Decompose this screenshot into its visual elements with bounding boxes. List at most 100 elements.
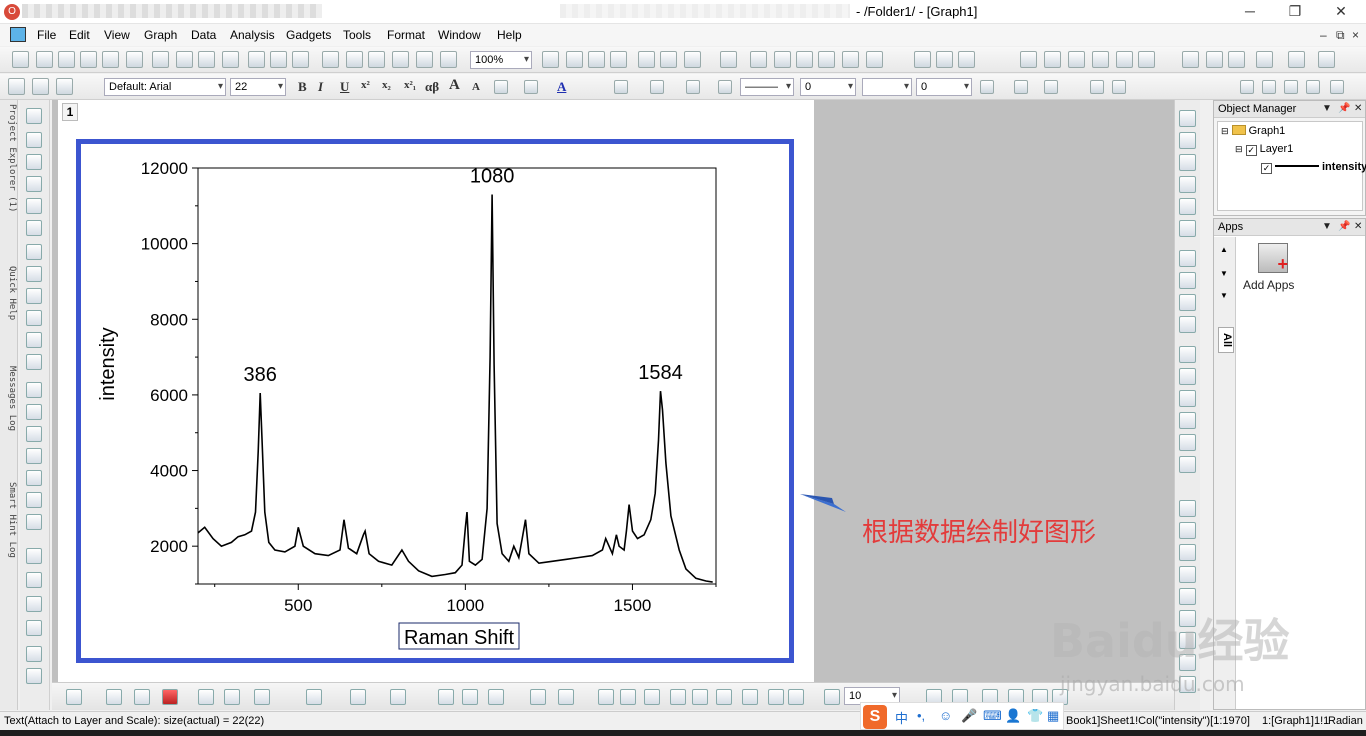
align-columns-icon[interactable] xyxy=(524,80,538,94)
layout-tool-19-icon[interactable] xyxy=(1179,544,1196,561)
standard-tool-30-icon[interactable] xyxy=(796,51,813,68)
panel-close-icon[interactable]: ✕ xyxy=(1354,101,1362,117)
layout-tool-16-icon[interactable] xyxy=(1179,456,1196,473)
apps-menu-icon[interactable]: ▼ xyxy=(1322,219,1332,235)
x-axis-label[interactable]: Raman Shift xyxy=(404,627,514,649)
plot-type-23-icon[interactable] xyxy=(768,689,784,705)
standard-tool-25-icon[interactable] xyxy=(660,51,677,68)
standard-tool-10-icon[interactable] xyxy=(222,51,239,68)
pattern-icon[interactable] xyxy=(650,80,664,94)
pin-icon[interactable] xyxy=(1330,80,1344,94)
paste-icon[interactable] xyxy=(56,78,73,95)
brightness-icon[interactable] xyxy=(718,80,732,94)
add-apps-icon[interactable] xyxy=(1258,243,1288,273)
draw-tool-15-icon[interactable] xyxy=(26,426,42,442)
font-color-icon[interactable]: A xyxy=(557,79,566,95)
menu-edit[interactable]: Edit xyxy=(69,28,90,42)
draw-tool-1-icon[interactable] xyxy=(26,108,42,124)
menu-help[interactable]: Help xyxy=(497,28,522,42)
layout-tool-8-icon[interactable] xyxy=(1179,272,1196,289)
ime-grid-icon[interactable]: ▦ xyxy=(1047,708,1059,724)
layout-tool-1-icon[interactable] xyxy=(1179,110,1196,127)
tab-project-explorer[interactable]: Project Explorer (1) xyxy=(1,104,17,212)
shield-icon[interactable] xyxy=(1262,80,1276,94)
draw-tool-19-icon[interactable] xyxy=(26,514,42,530)
standard-tool-28-icon[interactable] xyxy=(750,51,767,68)
layout-tool-12-icon[interactable] xyxy=(1179,368,1196,385)
draw-tool-10-icon[interactable] xyxy=(26,310,42,326)
merge-icon[interactable] xyxy=(1090,80,1104,94)
standard-tool-36-icon[interactable] xyxy=(958,51,975,68)
standard-tool-46-icon[interactable] xyxy=(1256,51,1273,68)
plot-type-4-icon[interactable] xyxy=(162,689,178,705)
standard-tool-9-icon[interactable] xyxy=(198,51,215,68)
pattern-style-combo[interactable] xyxy=(862,78,912,96)
standard-tool-20-icon[interactable] xyxy=(542,51,559,68)
series-line-intensity[interactable] xyxy=(197,194,713,583)
draw-tool-12-icon[interactable] xyxy=(26,354,42,370)
layout-tool-21-icon[interactable] xyxy=(1179,588,1196,605)
standard-tool-33-icon[interactable] xyxy=(866,51,883,68)
draw-tool-16-icon[interactable] xyxy=(26,448,42,464)
layout-tool-2-icon[interactable] xyxy=(1179,132,1196,149)
standard-tool-7-icon[interactable] xyxy=(152,51,169,68)
plot-type-24-icon[interactable] xyxy=(788,689,804,705)
plot-type-5-icon[interactable] xyxy=(198,689,214,705)
standard-tool-2-icon[interactable] xyxy=(36,51,53,68)
line-color-icon[interactable] xyxy=(686,80,700,94)
menu-tools[interactable]: Tools xyxy=(343,28,371,42)
standard-tool-35-icon[interactable] xyxy=(936,51,953,68)
panel-menu-icon[interactable]: ▼ xyxy=(1322,101,1332,117)
standard-tool-40-icon[interactable] xyxy=(1092,51,1109,68)
hatch-icon[interactable] xyxy=(980,80,994,94)
scroll-end-icon[interactable]: ▼ xyxy=(1220,291,1228,300)
standard-tool-44-icon[interactable] xyxy=(1206,51,1223,68)
tree-node-layer[interactable]: ⊟ ✓ Layer1 xyxy=(1235,143,1293,156)
plot-type-18-icon[interactable] xyxy=(644,689,660,705)
draw-tool-8-icon[interactable] xyxy=(26,266,42,282)
unmerge-icon[interactable] xyxy=(1112,80,1126,94)
plot-type-16-icon[interactable] xyxy=(598,689,614,705)
plot-type-11-icon[interactable] xyxy=(438,689,454,705)
standard-tool-13-icon[interactable] xyxy=(292,51,309,68)
draw-tool-9-icon[interactable] xyxy=(26,288,42,304)
layout-tool-3-icon[interactable] xyxy=(1179,154,1196,171)
plot-type-2-icon[interactable] xyxy=(106,689,122,705)
standard-tool-11-icon[interactable] xyxy=(248,51,265,68)
plot-checkbox[interactable]: ✓ xyxy=(1261,163,1272,174)
align-left-icon[interactable] xyxy=(494,80,508,94)
draw-tool-24-icon[interactable] xyxy=(26,646,42,662)
draw-tool-18-icon[interactable] xyxy=(26,492,42,508)
draw-tool-20-icon[interactable] xyxy=(26,548,42,564)
subscript-button[interactable]: x₂ xyxy=(382,79,391,91)
layout-tool-18-icon[interactable] xyxy=(1179,522,1196,539)
mdi-minimize-button[interactable]: ‒ xyxy=(1320,28,1327,42)
layout-tool-4-icon[interactable] xyxy=(1179,176,1196,193)
draw-tool-25-icon[interactable] xyxy=(26,668,42,684)
plot-type-1-icon[interactable] xyxy=(66,689,82,705)
superscript-button[interactable]: x² xyxy=(361,79,370,91)
apps-pin-icon[interactable]: 📌 xyxy=(1338,219,1350,235)
standard-tool-23-icon[interactable] xyxy=(610,51,627,68)
standard-tool-22-icon[interactable] xyxy=(588,51,605,68)
graph-page[interactable]: 1 2000 4000 6000 8000 10000 12000 500 1000 1500… xyxy=(58,100,814,682)
ime-keyboard-icon[interactable]: ⌨ xyxy=(983,708,1002,724)
menu-window[interactable]: Window xyxy=(438,28,481,42)
standard-tool-14-icon[interactable] xyxy=(322,51,339,68)
plot-type-17-icon[interactable] xyxy=(620,689,636,705)
layout-tool-7-icon[interactable] xyxy=(1179,250,1196,267)
draw-tool-14-icon[interactable] xyxy=(26,404,42,420)
standard-tool-17-icon[interactable] xyxy=(392,51,409,68)
layout-tool-15-icon[interactable] xyxy=(1179,434,1196,451)
standard-tool-12-icon[interactable] xyxy=(270,51,287,68)
menu-gadgets[interactable]: Gadgets xyxy=(286,28,331,42)
standard-tool-27-icon[interactable] xyxy=(720,51,737,68)
plot-type-22-icon[interactable] xyxy=(742,689,758,705)
menu-format[interactable]: Format xyxy=(387,28,425,42)
standard-tool-29-icon[interactable] xyxy=(774,51,791,68)
plot-type-12-icon[interactable] xyxy=(462,689,478,705)
standard-tool-21-icon[interactable] xyxy=(566,51,583,68)
raman-plot[interactable]: 2000 4000 6000 8000 10000 12000 500 1000 1500 3… xyxy=(58,100,814,682)
line-style-combo[interactable]: ——— xyxy=(740,78,794,96)
layer-icon[interactable] xyxy=(1240,80,1254,94)
